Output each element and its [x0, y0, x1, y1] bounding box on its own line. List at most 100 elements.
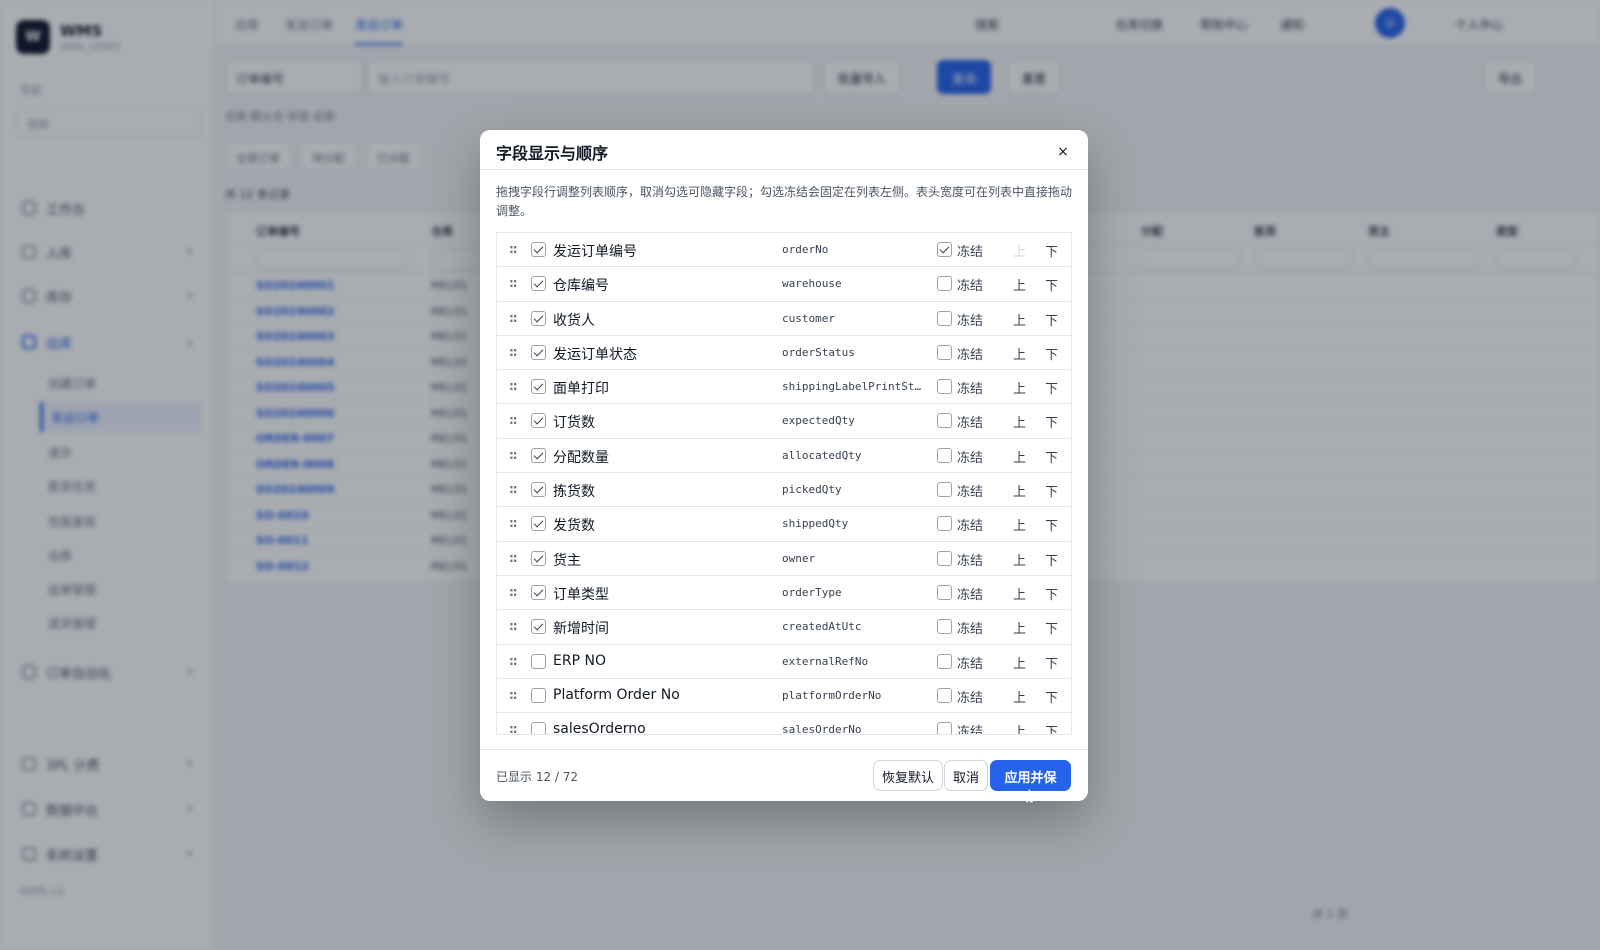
move-up-button[interactable]: 上	[1013, 275, 1026, 294]
freeze-checkbox[interactable]	[937, 482, 952, 498]
drag-handle-icon[interactable]: ::	[509, 379, 518, 393]
freeze-label: 冻结	[957, 245, 984, 260]
field-row[interactable]: :: 发运订单状态 orderStatus 冻结 上下	[497, 336, 1071, 371]
move-down-button[interactable]: 下	[1045, 481, 1058, 500]
move-up-button[interactable]: 上	[1013, 241, 1026, 260]
field-key: salesOrderNo	[782, 723, 862, 735]
freeze-checkbox[interactable]	[937, 619, 952, 635]
freeze-checkbox[interactable]	[937, 413, 952, 429]
apply-save-button[interactable]: 应用并保存	[990, 760, 1071, 804]
move-up-button[interactable]: 上	[1013, 653, 1026, 672]
move-down-button[interactable]: 下	[1045, 550, 1058, 569]
drag-handle-icon[interactable]: ::	[509, 482, 518, 496]
freeze-checkbox[interactable]	[937, 310, 952, 326]
show-field-checkbox[interactable]	[531, 242, 546, 257]
move-up-button[interactable]: 上	[1013, 618, 1026, 637]
drag-handle-icon[interactable]: ::	[509, 516, 518, 530]
drag-handle-icon[interactable]: ::	[509, 311, 518, 325]
move-down-button[interactable]: 下	[1045, 515, 1058, 534]
move-up-button[interactable]: 上	[1013, 721, 1026, 734]
field-row[interactable]: :: 仓库编号 warehouse 冻结 上下	[497, 267, 1071, 302]
freeze-checkbox[interactable]	[937, 344, 952, 360]
close-icon[interactable]: ×	[1054, 143, 1072, 161]
move-down-button[interactable]: 下	[1045, 447, 1058, 466]
show-field-checkbox[interactable]	[531, 687, 546, 703]
move-down-button[interactable]: 下	[1045, 653, 1058, 672]
freeze-checkbox[interactable]	[937, 722, 952, 734]
drag-handle-icon[interactable]: ::	[509, 688, 518, 702]
show-field-checkbox[interactable]	[531, 310, 546, 326]
field-row[interactable]: :: 拣货数 pickedQty 冻结 上下	[497, 473, 1071, 508]
field-row[interactable]: :: salesOrderno salesOrderNo 冻结 上 下	[497, 713, 1071, 735]
show-field-checkbox[interactable]	[531, 276, 546, 292]
field-key: pickedQty	[782, 483, 842, 497]
cancel-button[interactable]: 取消	[944, 760, 988, 791]
field-row[interactable]: :: Platform Order No platformOrderNo 冻结 上下	[497, 679, 1071, 714]
drag-handle-icon[interactable]: ::	[509, 619, 518, 633]
freeze-checkbox[interactable]	[937, 584, 952, 600]
move-up-button[interactable]: 上	[1013, 687, 1026, 706]
restore-defaults-button[interactable]: 恢复默认	[873, 760, 943, 791]
show-field-checkbox[interactable]	[531, 516, 546, 532]
move-up-button[interactable]: 上	[1013, 584, 1026, 603]
show-field-checkbox[interactable]	[531, 344, 546, 360]
show-field-checkbox[interactable]	[531, 413, 546, 429]
move-up-button[interactable]: 上	[1013, 481, 1026, 500]
drag-handle-icon[interactable]: ::	[509, 276, 518, 290]
field-list[interactable]: :: 发运订单编号 orderNo 冻结上下:: 仓库编号 warehouse 冻结上下::…	[496, 232, 1072, 735]
move-down-button[interactable]: 下	[1045, 412, 1058, 431]
move-down-button[interactable]: 下	[1045, 618, 1058, 637]
drag-handle-icon[interactable]: ::	[509, 551, 518, 565]
move-down-button[interactable]: 下	[1045, 584, 1058, 603]
field-row[interactable]: :: ERP NO externalRefNo 冻结 上下	[497, 645, 1071, 679]
field-row[interactable]: :: 订货数 expectedQty 冻结 上下	[497, 404, 1071, 439]
freeze-checkbox[interactable]	[937, 653, 952, 669]
field-row[interactable]: :: 订单类型 orderType 冻结 上下	[497, 576, 1071, 611]
move-down-button[interactable]: 下	[1045, 310, 1058, 329]
freeze-checkbox[interactable]	[937, 242, 952, 257]
field-row[interactable]: :: 发货数 shippedQty 冻结 上下	[497, 507, 1071, 542]
move-down-button[interactable]: 下	[1045, 687, 1058, 706]
drag-handle-icon[interactable]: ::	[509, 722, 518, 734]
move-down-button[interactable]: 下	[1045, 275, 1058, 294]
freeze-checkbox[interactable]	[937, 516, 952, 532]
field-row[interactable]: :: 收货人 customer 冻结 上下	[497, 302, 1071, 336]
field-row[interactable]: :: 发运订单编号 orderNo 冻结 上下	[497, 233, 1071, 268]
freeze-checkbox[interactable]	[937, 379, 952, 395]
freeze-checkbox[interactable]	[937, 550, 952, 566]
show-field-checkbox[interactable]	[531, 379, 546, 395]
freeze-checkbox[interactable]	[937, 447, 952, 463]
show-field-checkbox[interactable]	[531, 722, 546, 734]
freeze-checkbox[interactable]	[937, 276, 952, 292]
move-down-button[interactable]: 下	[1045, 241, 1058, 260]
field-row[interactable]: :: 新增时间 createdAtUtc 冻结 上下	[497, 610, 1071, 645]
drag-handle-icon[interactable]: ::	[509, 654, 518, 668]
drag-handle-icon[interactable]: ::	[509, 448, 518, 462]
show-field-checkbox[interactable]	[531, 584, 546, 600]
field-row[interactable]: :: 面单打印 shippingLabelPrintStatus 冻结 上下	[497, 370, 1071, 405]
field-label: 发运订单状态	[553, 346, 637, 363]
move-down-button[interactable]: 下	[1045, 378, 1058, 397]
drag-handle-icon[interactable]: ::	[509, 345, 518, 359]
move-up-button[interactable]: 上	[1013, 550, 1026, 569]
move-up-button[interactable]: 上	[1013, 310, 1026, 329]
drag-handle-icon[interactable]: ::	[509, 413, 518, 427]
freeze-checkbox[interactable]	[937, 687, 952, 703]
show-field-checkbox[interactable]	[531, 619, 546, 635]
show-field-checkbox[interactable]	[531, 447, 546, 463]
drag-handle-icon[interactable]: ::	[509, 242, 518, 256]
move-down-button[interactable]: 下	[1045, 721, 1058, 734]
move-up-button[interactable]: 上	[1013, 378, 1026, 397]
move-up-button[interactable]: 上	[1013, 412, 1026, 431]
move-up-button[interactable]: 上	[1013, 447, 1026, 466]
move-up-button[interactable]: 上	[1013, 344, 1026, 363]
field-row[interactable]: :: 分配数量 allocatedQty 冻结 上下	[497, 439, 1071, 474]
show-field-checkbox[interactable]	[531, 482, 546, 498]
show-field-checkbox[interactable]	[531, 653, 546, 669]
field-row[interactable]: :: 货主 owner 冻结 上下	[497, 542, 1071, 576]
drag-handle-icon[interactable]: ::	[509, 585, 518, 599]
move-up-button[interactable]: 上	[1013, 515, 1026, 534]
show-field-checkbox[interactable]	[531, 550, 546, 566]
move-down-button[interactable]: 下	[1045, 344, 1058, 363]
freeze-label: 冻结	[957, 313, 984, 329]
